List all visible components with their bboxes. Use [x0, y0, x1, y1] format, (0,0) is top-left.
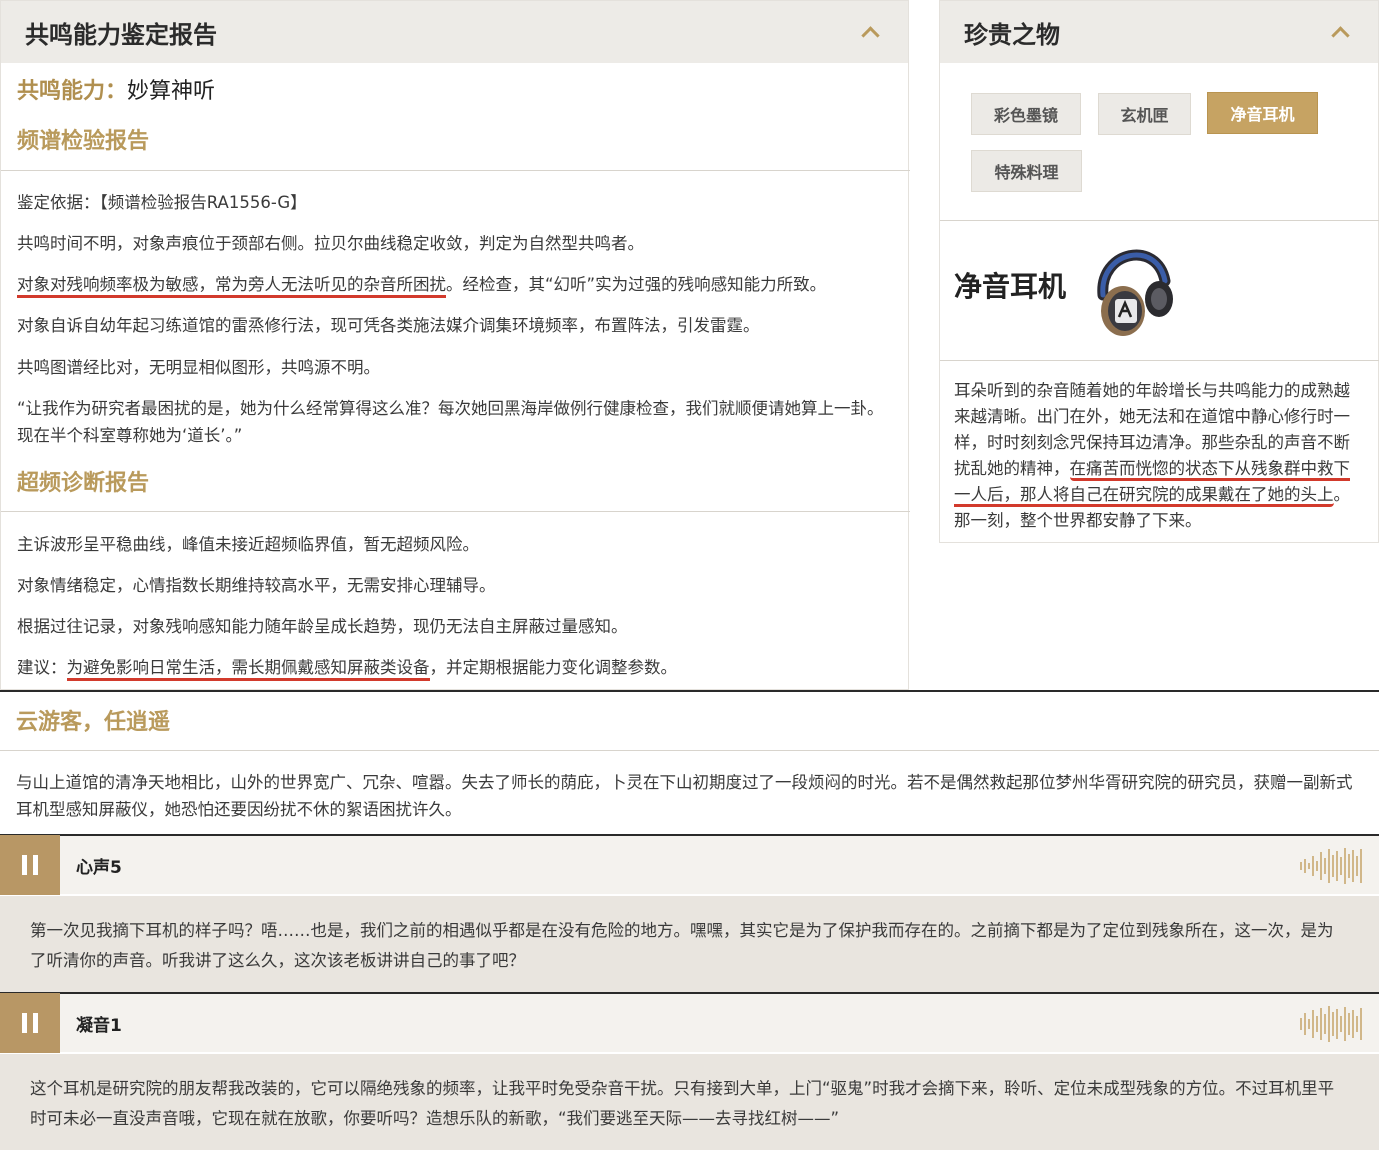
- highlight-underline: 为避免影响日常生活，需长期佩戴感知屏蔽类设备: [66, 658, 430, 681]
- item-name: 净音耳机: [954, 270, 1067, 303]
- spectrum-para-6: “让我作为研究者最困扰的是，她为什么经常算得这么准？每次她回黑海岸做例行健康检查…: [17, 399, 884, 445]
- pause-button[interactable]: [0, 993, 60, 1053]
- voice-line-bar[interactable]: 凝音1: [0, 992, 1379, 1053]
- ability-value: 妙算神听: [127, 79, 216, 104]
- divider: [940, 220, 1379, 221]
- spectrum-section-title: 频谱检验报告: [17, 129, 150, 154]
- ability-key: 共鸣能力：: [17, 79, 128, 104]
- chip-special-dish[interactable]: 特殊料理: [971, 150, 1082, 192]
- voice-line-title: 心声5: [76, 857, 122, 878]
- item-description: 耳朵听到的杂音随着她的年龄增长与共鸣能力的成熟越来越清晰。出门在外，她无法和在道…: [954, 378, 1364, 534]
- voice-line-title: 凝音1: [76, 1015, 122, 1036]
- pause-icon: [22, 1013, 38, 1033]
- precious-header[interactable]: 珍贵之物: [940, 1, 1378, 63]
- pause-icon: [22, 855, 38, 875]
- overfreq-para-1: 主诉波形呈平稳曲线，峰值未接近超频临界值，暂无超频风险。: [17, 535, 479, 554]
- spectrum-para-5: 共鸣图谱经比对，无明显相似图形，共鸣源不明。: [17, 358, 380, 377]
- voice-line-bar[interactable]: 心声5: [0, 834, 1379, 895]
- chip-sunglasses[interactable]: 彩色墨镜: [971, 93, 1081, 135]
- divider: [0, 750, 1379, 751]
- overfreq-para-4-rest: ，并定期根据能力变化调整参数。: [429, 658, 678, 677]
- overfreq-section-title: 超频诊断报告: [17, 471, 150, 496]
- report-title: 共鸣能力鉴定报告: [25, 20, 217, 49]
- spectrum-para-1: 鉴定依据：【频谱检验报告RA1556-G】: [17, 193, 307, 212]
- overfreq-para-2: 对象情绪稳定，心情指数长期维持较高水平，无需安排心理辅导。: [17, 576, 496, 595]
- headphones-icon: [1097, 249, 1173, 336]
- overfreq-para-3: 根据过往记录，对象残响感知能力随年龄呈成长趋势，现仍无法自主屏蔽过量感知。: [17, 617, 628, 636]
- collapse-chevron-icon[interactable]: [1328, 23, 1354, 41]
- story-title: 云游客，任逍遥: [16, 710, 171, 735]
- voice-line-text: 第一次见我摘下耳机的样子吗？唔……也是，我们之前的相遇似乎都是在没有危险的地方。…: [0, 896, 1379, 992]
- spectrum-para-2: 共鸣时间不明，对象声痕位于颈部右侧。拉贝尔曲线稳定收敛，判定为自然型共鸣者。: [17, 234, 644, 253]
- spectrum-para-4: 对象自诉自幼年起习练道馆的雷烝修行法，现可凭各类施法媒介调集环境频率，布置阵法，…: [17, 316, 760, 335]
- precious-title: 珍贵之物: [964, 20, 1060, 49]
- audio-waveform-icon: [1300, 848, 1362, 884]
- audio-waveform-icon: [1300, 1006, 1362, 1042]
- precious-item-panel: 珍贵之物 彩色墨镜 玄机匣 净音耳机 特殊料理 净音耳机 耳朵听到的杂音随着她的…: [939, 0, 1379, 543]
- spectrum-para-3: 对象对残响频率极为敏感，常为旁人无法听见的杂音所困扰。经检查，其“幻听”实为过强…: [17, 271, 902, 298]
- resonance-report-panel: 共鸣能力鉴定报告 共鸣能力：妙算神听 频谱检验报告 鉴定依据：【频谱检验报告RA…: [0, 0, 910, 690]
- spectrum-para-3-rest: 。经检查，其“幻听”实为过强的残响感知能力所致。: [446, 275, 827, 294]
- divider: [940, 360, 1379, 361]
- overfreq-para-4: 建议：为避免影响日常生活，需长期佩戴感知屏蔽类设备，并定期根据能力变化调整参数。: [17, 654, 897, 681]
- story-body: 与山上道馆的清净天地相比，山外的世界宽广、冗杂、喧嚣。失去了师长的荫庇，卜灵在下…: [16, 773, 1353, 819]
- ability-line: 共鸣能力：妙算神听: [17, 73, 215, 105]
- divider: [1, 511, 910, 512]
- divider: [1, 170, 910, 171]
- pause-button[interactable]: [0, 835, 60, 895]
- highlight-underline: 对象对残响频率极为敏感，常为旁人无法听见的杂音所困扰: [17, 275, 446, 298]
- chip-headphones-active[interactable]: 净音耳机: [1207, 92, 1318, 134]
- section-separator: [0, 690, 1379, 692]
- report-header[interactable]: 共鸣能力鉴定报告: [1, 1, 908, 63]
- collapse-chevron-icon[interactable]: [858, 23, 884, 41]
- voice-line-text: 这个耳机是研究院的朋友帮我改装的，它可以隔绝残象的频率，让我平时免受杂音干扰。只…: [0, 1054, 1379, 1150]
- chip-mystery-box[interactable]: 玄机匣: [1098, 93, 1191, 135]
- overfreq-para-4-prefix: 建议：: [17, 658, 67, 677]
